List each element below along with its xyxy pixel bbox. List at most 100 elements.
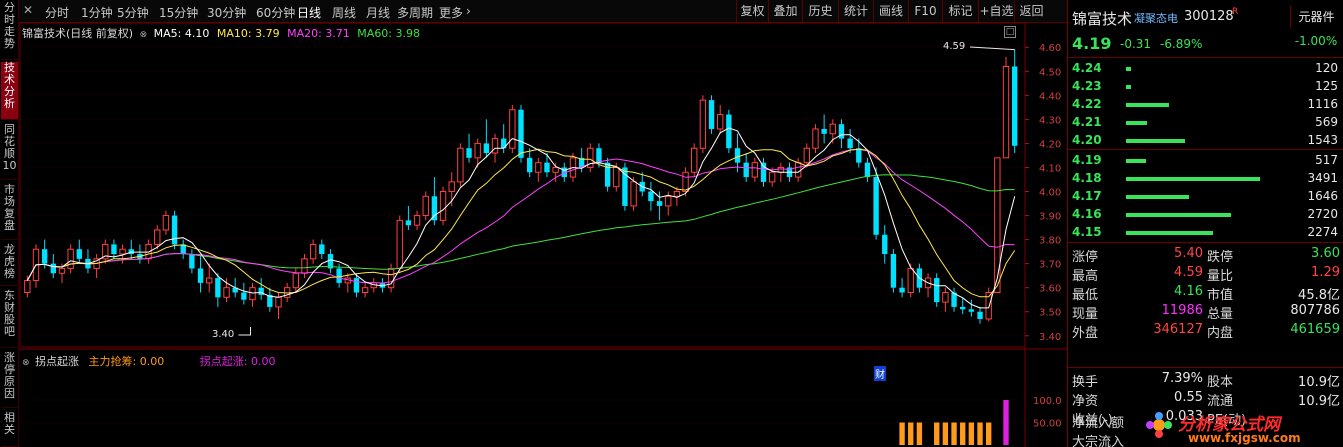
stat-label: 内盘 — [1207, 326, 1234, 341]
candle-body — [873, 177, 879, 235]
candle-body — [509, 109, 516, 149]
y-tick-label: 3.40 — [1039, 332, 1061, 343]
candle-body — [491, 138, 499, 154]
candle-body — [864, 162, 871, 178]
stat-label: 涨停 — [1072, 250, 1099, 265]
kline-chart[interactable]: 4.60 4.50 4.40 4.30 4.20 4.10 4.00 3.90 3.80 3.70… — [0, 0, 1067, 447]
stat-row: 换手 7.39% 股本 10.9亿 — [1068, 371, 1343, 390]
stat-label: 跌停 — [1207, 250, 1234, 265]
bid-volume-bar — [1126, 231, 1214, 235]
stat-label: 流通 — [1207, 394, 1234, 409]
indicator-title: 拐点起涨 — [35, 355, 80, 368]
candle-body — [319, 244, 325, 255]
ask-row: 4.22 1116 — [1072, 97, 1338, 113]
stat-row: 现量 11986 总量 807786 — [1068, 303, 1343, 322]
candle-body — [691, 147, 698, 173]
ask-volume-bar — [1126, 121, 1148, 125]
candle-body — [336, 268, 342, 283]
candle-body — [439, 191, 447, 221]
bid-price: 4.17 — [1072, 189, 1102, 203]
watermark-logo-icon — [1144, 410, 1174, 440]
candle-body — [241, 292, 247, 300]
indicator-bar — [934, 422, 940, 445]
candle-body — [726, 114, 732, 149]
candle-body — [448, 181, 455, 192]
candle-body — [223, 287, 230, 298]
flow-label: 大宗流入 — [1072, 435, 1125, 447]
low-price-label: 3.40 — [212, 329, 235, 340]
candle-body — [821, 128, 827, 134]
ask-price: 4.22 — [1072, 97, 1102, 111]
flow-label: 净流入额 — [1072, 416, 1125, 431]
candle-body — [717, 114, 724, 130]
candle-body — [215, 278, 221, 298]
bid-row: 4.18 3491 — [1072, 171, 1338, 187]
candle-body — [526, 157, 533, 173]
ask-volume: 120 — [1315, 61, 1338, 75]
candle-body — [994, 157, 1001, 293]
candle-body — [1002, 65, 1010, 159]
stat-value: 7.39% — [1161, 371, 1203, 386]
stat-label: 总量 — [1207, 307, 1234, 322]
candle-body — [838, 124, 845, 139]
candle-body — [457, 147, 464, 183]
indicator-settings-icon[interactable]: ⊗ — [22, 358, 30, 368]
indicator-tick-label: 50.00 — [1033, 419, 1062, 430]
candle-body — [197, 268, 204, 283]
candle-body — [41, 249, 48, 264]
indicator-bar — [977, 422, 983, 445]
candle-body — [111, 244, 117, 255]
sector-button[interactable]: 元器件 — [1290, 6, 1342, 28]
ask-price: 4.23 — [1072, 79, 1102, 93]
candle-body — [708, 100, 715, 129]
stat-value: 4.59 — [1174, 265, 1203, 280]
stat-label: 量比 — [1207, 269, 1234, 284]
candle-body — [50, 263, 56, 274]
ma60-label: MA60: 3.98 — [357, 27, 421, 40]
candle-body — [847, 138, 853, 149]
candle-body — [734, 148, 741, 163]
candle-body — [275, 296, 282, 308]
y-tick-label: 4.30 — [1039, 115, 1061, 126]
ask-row: 4.21 569 — [1072, 115, 1338, 131]
finance-marker[interactable]: 财 — [874, 366, 886, 381]
candle-body — [206, 277, 213, 284]
candle-body — [882, 234, 888, 255]
candle-body — [292, 272, 300, 289]
bid-price: 4.15 — [1072, 225, 1102, 239]
candle-body — [67, 248, 74, 269]
candle-body — [301, 258, 308, 274]
stat-value: 0.55 — [1174, 390, 1203, 405]
stat-label: 现量 — [1072, 307, 1099, 322]
candle-body — [413, 215, 421, 226]
stat-value: 1.29 — [1311, 265, 1340, 280]
y-tick-label: 3.60 — [1039, 284, 1061, 295]
stat-label: 净资 — [1072, 394, 1099, 409]
stat-row: 最低 4.16 市值 45.8亿 — [1068, 284, 1343, 303]
candle-body — [249, 287, 256, 301]
chevron-down-icon[interactable]: ⊗ — [140, 30, 148, 40]
chart-settings-icon[interactable]: □ — [1004, 26, 1016, 38]
high-marker-line — [969, 46, 1015, 51]
candle-body — [803, 147, 810, 164]
concept-tag[interactable]: 凝聚态电 — [1134, 10, 1178, 26]
indicator-bar — [968, 422, 975, 445]
candle-body — [171, 215, 178, 245]
bid-price: 4.18 — [1072, 171, 1102, 185]
candle-body — [76, 249, 82, 259]
candle-body — [699, 99, 707, 149]
candle-body — [743, 162, 749, 178]
candle-body — [890, 254, 897, 288]
ask-volume-bar — [1126, 67, 1131, 71]
indicator-bar — [986, 422, 992, 445]
candle-body — [189, 254, 195, 269]
candle-body — [768, 171, 776, 183]
candle-body — [656, 201, 663, 206]
y-tick-label: 4.40 — [1039, 91, 1061, 102]
indicator-bar — [951, 422, 957, 445]
bid-row: 4.15 2274 — [1072, 225, 1338, 241]
candle-body — [422, 195, 429, 217]
bid-volume-bar — [1126, 195, 1189, 199]
ask-volume-bar — [1126, 139, 1185, 143]
stat-value: 5.40 — [1174, 246, 1203, 261]
